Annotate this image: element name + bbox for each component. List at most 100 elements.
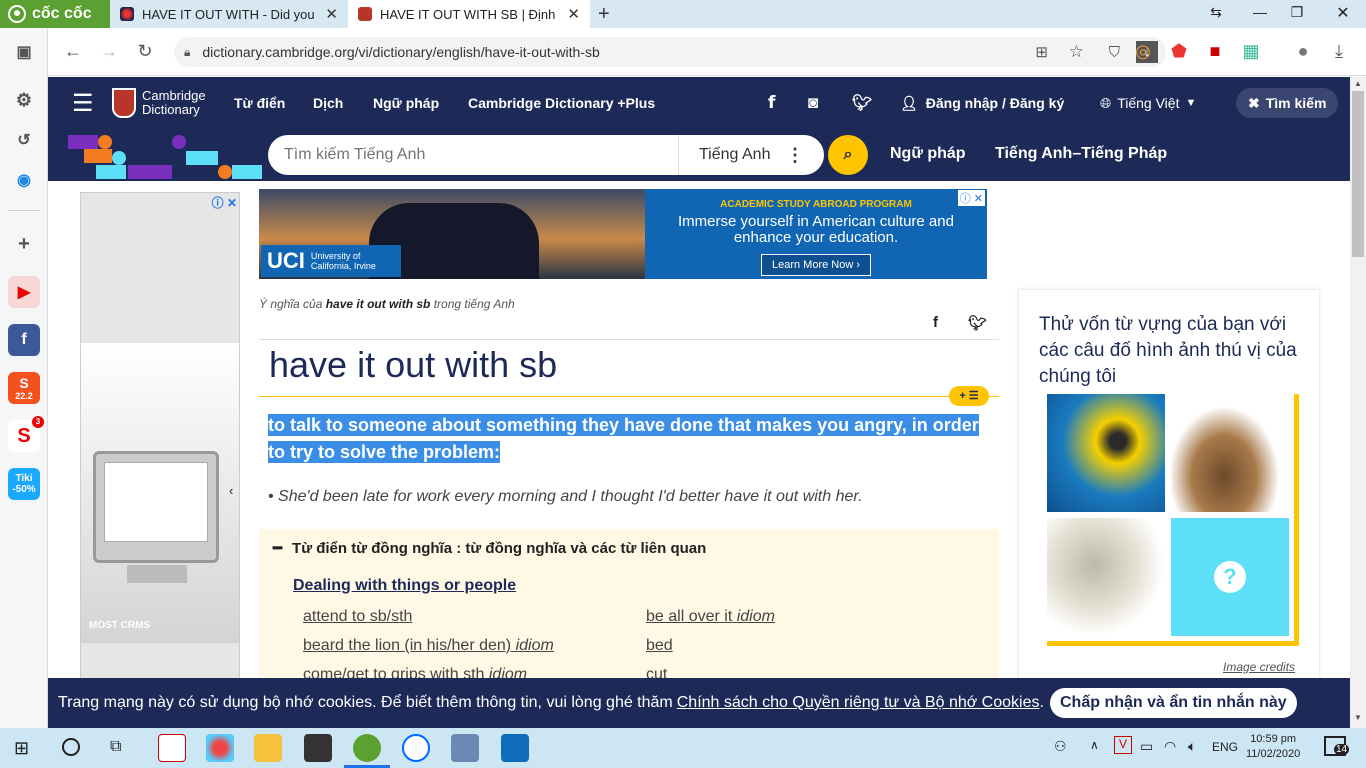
history-icon[interactable]: ↺	[8, 124, 40, 156]
synonym-link[interactable]: beard the lion (in his/her den) idiom	[303, 637, 554, 655]
thesaurus-subheading[interactable]: Dealing with things or people	[293, 577, 516, 595]
search-toggle-button[interactable]: ✖ Tìm kiếm	[1236, 88, 1339, 118]
taskbar-sticky-icon[interactable]	[304, 734, 332, 762]
ad-info-close-icon[interactable]: ⓘ ✕	[957, 190, 985, 206]
nav-translate[interactable]: Dịch	[313, 77, 343, 129]
vietkey-icon[interactable]: V	[1114, 736, 1132, 754]
page-scrollbar[interactable]: ▲ ▼	[1350, 77, 1366, 728]
language-indicator[interactable]: ENG	[1212, 740, 1238, 754]
shopee-icon[interactable]: S 22.2	[8, 372, 40, 404]
zalo-icon[interactable]	[402, 734, 430, 762]
login-link[interactable]: 👤︎ Đăng nhập / Đăng ký	[900, 77, 1064, 129]
coccoc-taskbar-icon[interactable]	[353, 734, 381, 762]
cookie-policy-link[interactable]: Chính sách cho Quyền riêng tư và Bộ nhớ …	[677, 694, 1040, 712]
restore-tabs-icon[interactable]: ⇆	[1206, 4, 1226, 21]
tab-close-icon[interactable]: ✕	[325, 5, 338, 23]
unknown-image-tile[interactable]: ?	[1171, 518, 1289, 636]
taskbar-paint-icon[interactable]	[206, 734, 234, 762]
nav-dictionary[interactable]: Từ điển	[234, 77, 285, 129]
facebook-icon[interactable]: f	[8, 324, 40, 356]
extension-red-icon[interactable]: ■	[1204, 40, 1226, 62]
add-to-wordlist-button[interactable]: + ☰	[949, 386, 989, 406]
scrollbar-thumb[interactable]	[1352, 91, 1364, 257]
sidebar-toggle-icon[interactable]: ▣	[8, 36, 40, 68]
extension-colorful-icon[interactable]: ▦	[1240, 40, 1262, 62]
taskbar-app-icon[interactable]	[158, 734, 186, 762]
accept-cookies-button[interactable]: Chấp nhận và ẩn tin nhắn này	[1050, 688, 1297, 718]
image-credits-link[interactable]: Image credits	[1223, 660, 1295, 674]
messenger-icon[interactable]: ◉	[8, 164, 40, 196]
collapse-minus-icon[interactable]: ━	[273, 540, 282, 557]
chrome-extension-icon[interactable]: ◎	[1132, 40, 1154, 62]
thesaurus-heading[interactable]: ━ Từ điển từ đồng nghĩa : từ đồng nghĩa v…	[273, 539, 706, 557]
translate-icon[interactable]: ⊞	[1035, 43, 1048, 61]
outlook-icon[interactable]	[501, 734, 529, 762]
cortana-search-icon[interactable]	[62, 738, 80, 756]
new-tab-plus-icon[interactable]: +	[598, 3, 610, 26]
left-skyscraper-ad[interactable]: ⓘ ✕ MOST CRMS ‹	[80, 192, 240, 692]
instagram-icon[interactable]: ◙	[808, 77, 818, 129]
browser-tab-2-active[interactable]: HAVE IT OUT WITH SB | Định ✕	[348, 0, 590, 28]
sendo-icon[interactable]: S3	[8, 416, 44, 452]
add-app-plus-icon[interactable]: +	[8, 228, 40, 260]
browser-tab-1[interactable]: HAVE IT OUT WITH - Did you ✕	[110, 0, 348, 28]
ad-info-close-icon[interactable]: ⓘ ✕	[212, 194, 237, 211]
search-input[interactable]	[284, 146, 664, 164]
task-view-icon[interactable]: ⧉	[110, 738, 121, 756]
share-twitter-icon[interactable]: 🐦︎	[968, 314, 987, 332]
reload-icon[interactable]: ↻	[134, 40, 156, 62]
downloads-icon[interactable]: ⤓	[1328, 40, 1350, 62]
scroll-up-icon[interactable]: ▲	[1354, 79, 1362, 88]
language-selector[interactable]: 🌐︎ Tiếng Việt ▼	[1100, 77, 1196, 129]
volume-icon[interactable]: 🔈︎	[1188, 738, 1196, 755]
chevron-up-icon[interactable]: ∧	[1090, 738, 1099, 752]
picture-quiz-panel[interactable]: Thử vốn từ vựng của bạn với các câu đố h…	[1018, 289, 1320, 689]
adblock-icon[interactable]: ⬟	[1168, 40, 1190, 62]
parrot-image[interactable]	[1047, 394, 1165, 512]
nav-plus[interactable]: Cambridge Dictionary +Plus	[468, 77, 655, 129]
nav-grammar[interactable]: Ngữ pháp	[373, 77, 439, 129]
close-window-icon[interactable]: ✕	[1333, 3, 1353, 23]
twitter-icon[interactable]: 🐦︎	[852, 77, 872, 129]
profile-avatar-icon[interactable]: ●	[1292, 40, 1314, 62]
tab-close-icon[interactable]: ✕	[567, 5, 580, 23]
forward-arrow-icon[interactable]: →	[98, 40, 120, 62]
wifi-icon[interactable]: ◠	[1164, 738, 1176, 755]
settings-gear-icon[interactable]: ⚙	[8, 84, 40, 116]
synonym-link[interactable]: bed	[646, 637, 673, 655]
battery-icon[interactable]: ▭	[1140, 738, 1153, 755]
coccoc-menu-button[interactable]: cốc cốc	[0, 0, 110, 28]
octopus-image[interactable]	[1047, 518, 1165, 636]
top-banner-ad[interactable]: UCI University of California, Irvine ACA…	[259, 189, 987, 279]
system-clock[interactable]: 10:59 pm 11/02/2020	[1246, 732, 1300, 762]
ad-cta-button[interactable]: Learn More Now ›	[760, 254, 872, 276]
address-bar[interactable]: 🔒︎ dictionary.cambridge.org/vi/dictionar…	[174, 37, 1166, 67]
tiki-icon[interactable]: Tiki -50%	[8, 468, 40, 500]
minimize-icon[interactable]: —	[1250, 4, 1270, 20]
scroll-down-icon[interactable]: ▼	[1354, 713, 1362, 722]
people-icon[interactable]: ⚇	[1054, 738, 1067, 755]
synonym-link[interactable]: be all over it idiom	[646, 608, 775, 626]
cambridge-logo[interactable]: Cambridge Dictionary	[112, 77, 206, 129]
windows-start-icon[interactable]: ⊞	[14, 738, 29, 759]
chevron-left-icon[interactable]: ‹	[229, 483, 233, 498]
share-facebook-icon[interactable]: f	[933, 314, 938, 331]
link-grammar[interactable]: Ngữ pháp	[890, 145, 966, 163]
bookmark-star-icon[interactable]: ☆	[1069, 42, 1084, 62]
taskbar-tool-icon[interactable]	[451, 734, 479, 762]
link-english-french[interactable]: Tiếng Anh–Tiếng Pháp	[995, 145, 1167, 163]
url-text[interactable]: dictionary.cambridge.org/vi/dictionary/e…	[202, 44, 599, 60]
notification-center-icon[interactable]: 14	[1324, 736, 1350, 756]
dictionary-selector[interactable]: Tiếng Anh ⋮	[678, 135, 824, 175]
facebook-icon[interactable]: f	[768, 77, 775, 129]
quiz-title[interactable]: Thử vốn từ vựng của bạn với các câu đố h…	[1039, 312, 1301, 390]
youtube-icon[interactable]: ▶	[8, 276, 40, 308]
quiz-image-grid[interactable]: ?	[1047, 394, 1299, 646]
back-arrow-icon[interactable]: ←	[62, 40, 84, 62]
hamburger-menu-icon[interactable]: ☰	[72, 77, 94, 129]
synonym-link[interactable]: attend to sb/sth	[303, 608, 412, 626]
maximize-icon[interactable]: ❐	[1287, 4, 1307, 21]
search-button[interactable]: ⌕	[828, 135, 868, 175]
shield-icon[interactable]: ⛉	[1109, 44, 1120, 61]
file-explorer-icon[interactable]	[254, 734, 282, 762]
